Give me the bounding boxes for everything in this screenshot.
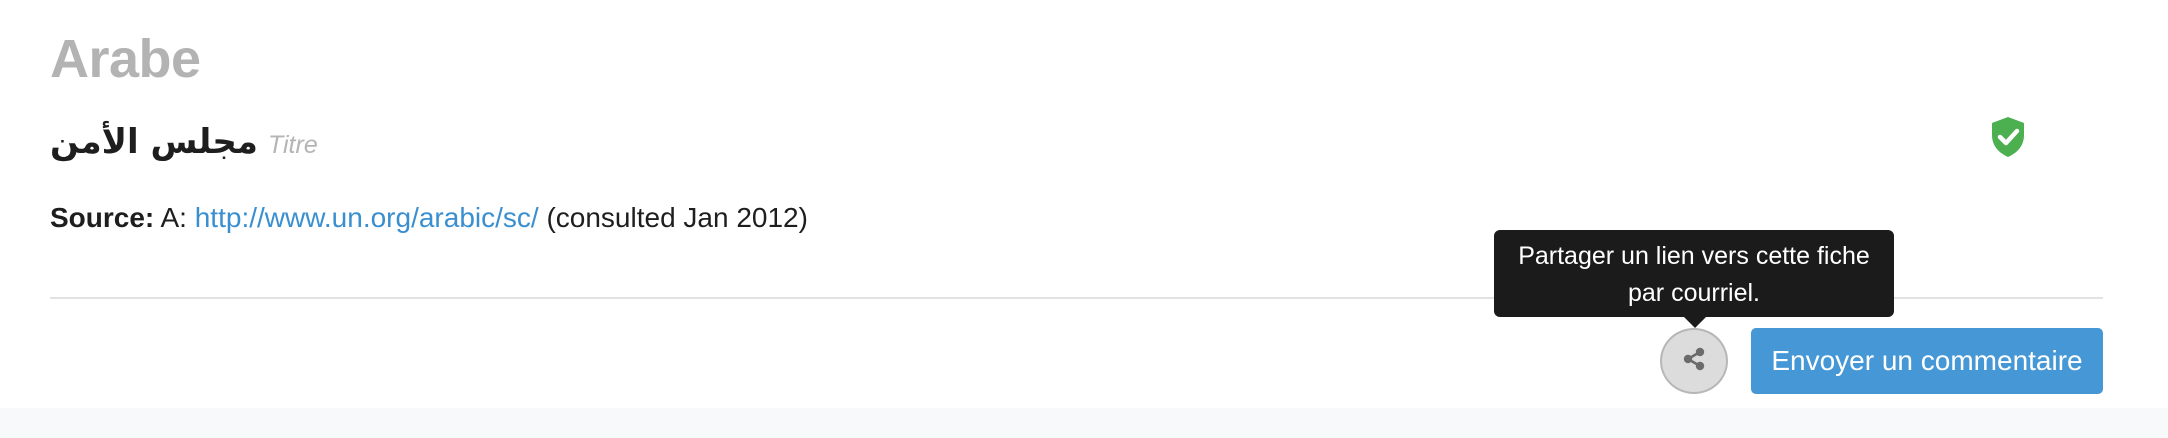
term-text: مجلس الأمن: [50, 122, 258, 162]
term-row: مجلس الأمن Titre: [50, 122, 318, 162]
source-suffix: (consulted Jan 2012): [546, 202, 808, 233]
source-line: Source: A: http://www.un.org/arabic/sc/ …: [50, 202, 808, 234]
page-footer-band: [0, 408, 2168, 438]
share-button[interactable]: [1660, 328, 1728, 394]
tooltip-arrow: [1683, 316, 1707, 328]
shield-check-icon: [1990, 116, 2026, 158]
send-feedback-button[interactable]: Envoyer un commentaire: [1751, 328, 2103, 394]
term-type-label: Titre: [267, 131, 318, 159]
term-card: Arabe مجلس الأمن Titre Source: A: http:/…: [0, 0, 2168, 408]
source-prefix: A:: [160, 202, 187, 233]
source-link[interactable]: http://www.un.org/arabic/sc/: [195, 202, 539, 233]
share-tooltip: Partager un lien vers cette fiche par co…: [1494, 230, 1894, 317]
source-label: Source:: [50, 202, 155, 233]
share-icon: [1681, 346, 1707, 377]
language-heading: Arabe: [50, 29, 201, 89]
